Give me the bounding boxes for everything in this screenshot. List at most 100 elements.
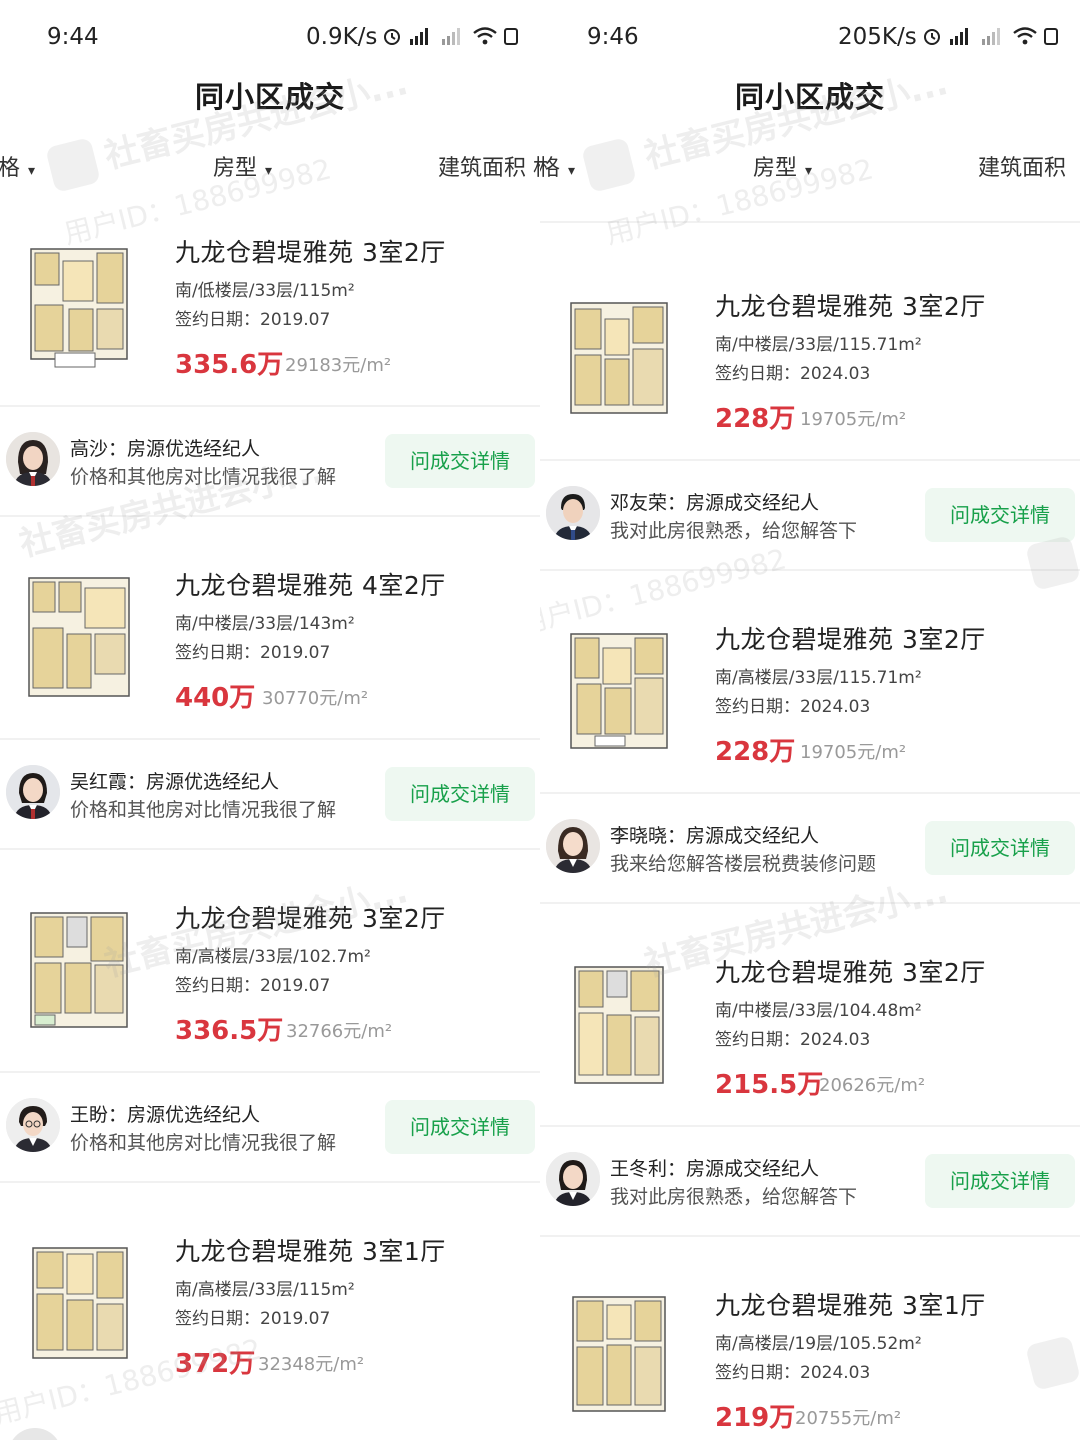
ask-deal-details-button[interactable]: 问成交详情 (385, 434, 535, 488)
watermark-logo-icon (581, 137, 637, 193)
listing-price: 215.5万 (715, 1070, 824, 1100)
ask-deal-details-button[interactable]: 问成交详情 (925, 488, 1075, 542)
status-time: 9:46 (587, 24, 639, 50)
listing-title: 九龙仓碧堤雅苑 3室2厅 (715, 292, 986, 321)
filter-area[interactable]: 建筑面积 格▾ (438, 150, 540, 182)
agent-row: 李晓晓：房源成交经纪人 我来给您解答楼层税费装修问题 问成交详情 (540, 807, 1080, 897)
page-title: 同小区成交 (734, 80, 885, 114)
watermark-logo-icon (1025, 535, 1080, 591)
listing-card[interactable]: 九龙仓碧堤雅苑 3室2厅 南/低楼层/33层/115m² 签约日期：2019.0… (0, 220, 540, 405)
listing-date: 签约日期：2019.07 (175, 643, 331, 663)
ask-deal-details-button[interactable]: 问成交详情 (925, 1154, 1075, 1208)
signal-icon (948, 26, 974, 46)
divider (0, 515, 540, 517)
listing-card[interactable]: 九龙仓碧堤雅苑 3室1厅 南/高楼层/19层/105.52m² 签约日期：202… (540, 1273, 1080, 1440)
battery-icon (1044, 26, 1058, 46)
avatar (6, 1098, 60, 1152)
filter-room-type[interactable]: 房型 ▾ (213, 150, 272, 182)
filter-label: 建筑面积 格 (438, 156, 540, 181)
listing-unit-price: 20626元/m² (819, 1075, 926, 1096)
divider (540, 221, 1080, 223)
agent-row: 邓友荣：房源成交经纪人 我对此房很熟悉，给您解答下 问成交详情 (540, 474, 1080, 564)
floorplan-image (25, 1234, 133, 1374)
listing-meta: 南/中楼层/33层/104.48m² (715, 1001, 922, 1021)
listing-card[interactable]: 九龙仓碧堤雅苑 3室1厅 南/高楼层/33层/115m² 签约日期：2019.0… (0, 1219, 540, 1404)
listing-meta: 南/高楼层/33层/115m² (175, 1280, 355, 1300)
floorplan-image (565, 289, 673, 429)
chevron-down-icon: ▾ (568, 163, 576, 179)
divider (540, 459, 1080, 461)
listing-date: 签约日期：2024.03 (715, 1030, 871, 1050)
listing-date: 签约日期：2024.03 (715, 364, 871, 384)
listing-price: 335.6万 (175, 350, 284, 380)
listing-price: 440万 (175, 683, 256, 713)
divider (540, 1125, 1080, 1127)
listing-title: 九龙仓碧堤雅苑 4室2厅 (175, 571, 446, 600)
listing-unit-price: 30770元/m² (262, 688, 369, 709)
floorplan-image (565, 955, 673, 1095)
listing-meta: 南/低楼层/33层/115m² (175, 281, 355, 301)
signal-icon (408, 26, 434, 46)
floorplan-image (25, 901, 133, 1041)
agent-row: 高沙：房源优选经纪人 价格和其他房对比情况我很了解 问成交详情 (0, 420, 540, 510)
listing-date: 签约日期：2024.03 (715, 697, 871, 717)
filter-label: 建筑面积 (978, 156, 1067, 181)
alarm-icon (922, 26, 942, 46)
ask-deal-details-button[interactable]: 问成交详情 (385, 767, 535, 821)
listing-card[interactable]: 九龙仓碧堤雅苑 3室2厅 南/中楼层/33层/104.48m² 签约日期：202… (540, 940, 1080, 1125)
chevron-down-icon: ▾ (28, 163, 36, 179)
listing-meta: 南/高楼层/19层/105.52m² (715, 1334, 922, 1354)
listing-price: 336.5万 (175, 1016, 284, 1046)
wifi-icon (472, 26, 498, 46)
listing-title: 九龙仓碧堤雅苑 3室2厅 (715, 625, 986, 654)
listing-meta: 南/高楼层/33层/115.71m² (715, 668, 922, 688)
listing-title: 九龙仓碧堤雅苑 3室2厅 (715, 958, 986, 987)
listing-price: 228万 (715, 737, 796, 767)
status-bar: 9:46 205K/s (540, 0, 1080, 70)
filter-area[interactable]: 建筑面积 (978, 150, 1066, 182)
filter-price[interactable]: 格 ▾ (540, 150, 575, 182)
wifi-icon (1012, 26, 1038, 46)
filter-label: 房型 (753, 156, 798, 181)
signal-weak-icon (440, 26, 466, 46)
avatar (546, 819, 600, 873)
listing-unit-price: 20755元/m² (795, 1408, 902, 1429)
agent-row: 王盼：房源优选经纪人 价格和其他房对比情况我很了解 问成交详情 (0, 1086, 540, 1176)
filter-price[interactable]: 格 ▾ (0, 150, 35, 182)
divider (0, 405, 540, 407)
filter-room-type[interactable]: 房型 ▾ (753, 150, 812, 182)
agent-message: 价格和其他房对比情况我很了解 (70, 1132, 337, 1154)
listing-unit-price: 32766元/m² (286, 1021, 393, 1042)
agent-name: 李晓晓：房源成交经纪人 (610, 825, 820, 847)
floorplan-image (25, 568, 133, 708)
alarm-icon (382, 26, 402, 46)
network-speed: 0.9K/s (306, 24, 378, 50)
agent-name: 王盼：房源优选经纪人 (70, 1104, 261, 1126)
divider (0, 848, 540, 850)
listing-card[interactable]: 九龙仓碧堤雅苑 3室2厅 南/中楼层/33层/115.71m² 签约日期：202… (540, 274, 1080, 459)
left-screenshot: 9:44 0.9K/s 同小区成交 格▾ 房型▾ 建筑面积 格▾ 九龙仓碧堤雅苑… (0, 0, 540, 1440)
listing-card[interactable]: 九龙仓碧堤雅苑 3室2厅 南/高楼层/33层/102.7m² 签约日期：2019… (0, 886, 540, 1071)
agent-message: 我来给您解答楼层税费装修问题 (610, 853, 877, 875)
avatar (6, 432, 60, 486)
listing-unit-price: 32348元/m² (258, 1354, 365, 1375)
battery-icon (504, 26, 518, 46)
avatar (6, 765, 60, 819)
agent-message: 我对此房很熟悉，给您解答下 (610, 520, 858, 542)
ask-deal-details-button[interactable]: 问成交详情 (925, 821, 1075, 875)
divider (540, 792, 1080, 794)
status-icons (382, 26, 518, 46)
listing-price: 372万 (175, 1349, 256, 1379)
avatar (546, 486, 600, 540)
right-screenshot: 9:46 205K/s 同小区成交 格 ▾ 房型 ▾ 建筑面积 九龙仓碧堤雅苑 3室… (540, 0, 1080, 1440)
ask-deal-details-button[interactable]: 问成交详情 (385, 1100, 535, 1154)
listing-card[interactable]: 九龙仓碧堤雅苑 3室2厅 南/高楼层/33层/115.71m² 签约日期：202… (540, 607, 1080, 792)
listing-card[interactable]: 九龙仓碧堤雅苑 4室2厅 南/中楼层/33层/143m² 签约日期：2019.0… (0, 553, 540, 738)
avatar (546, 1152, 600, 1206)
avatar (8, 1428, 62, 1440)
divider (540, 1235, 1080, 1237)
filter-label: 格 (0, 156, 21, 181)
agent-row: 吴红霞：房源优选经纪人 价格和其他房对比情况我很了解 问成交详情 (0, 753, 540, 843)
page-title: 同小区成交 (194, 80, 345, 114)
chevron-down-icon: ▾ (265, 163, 273, 179)
